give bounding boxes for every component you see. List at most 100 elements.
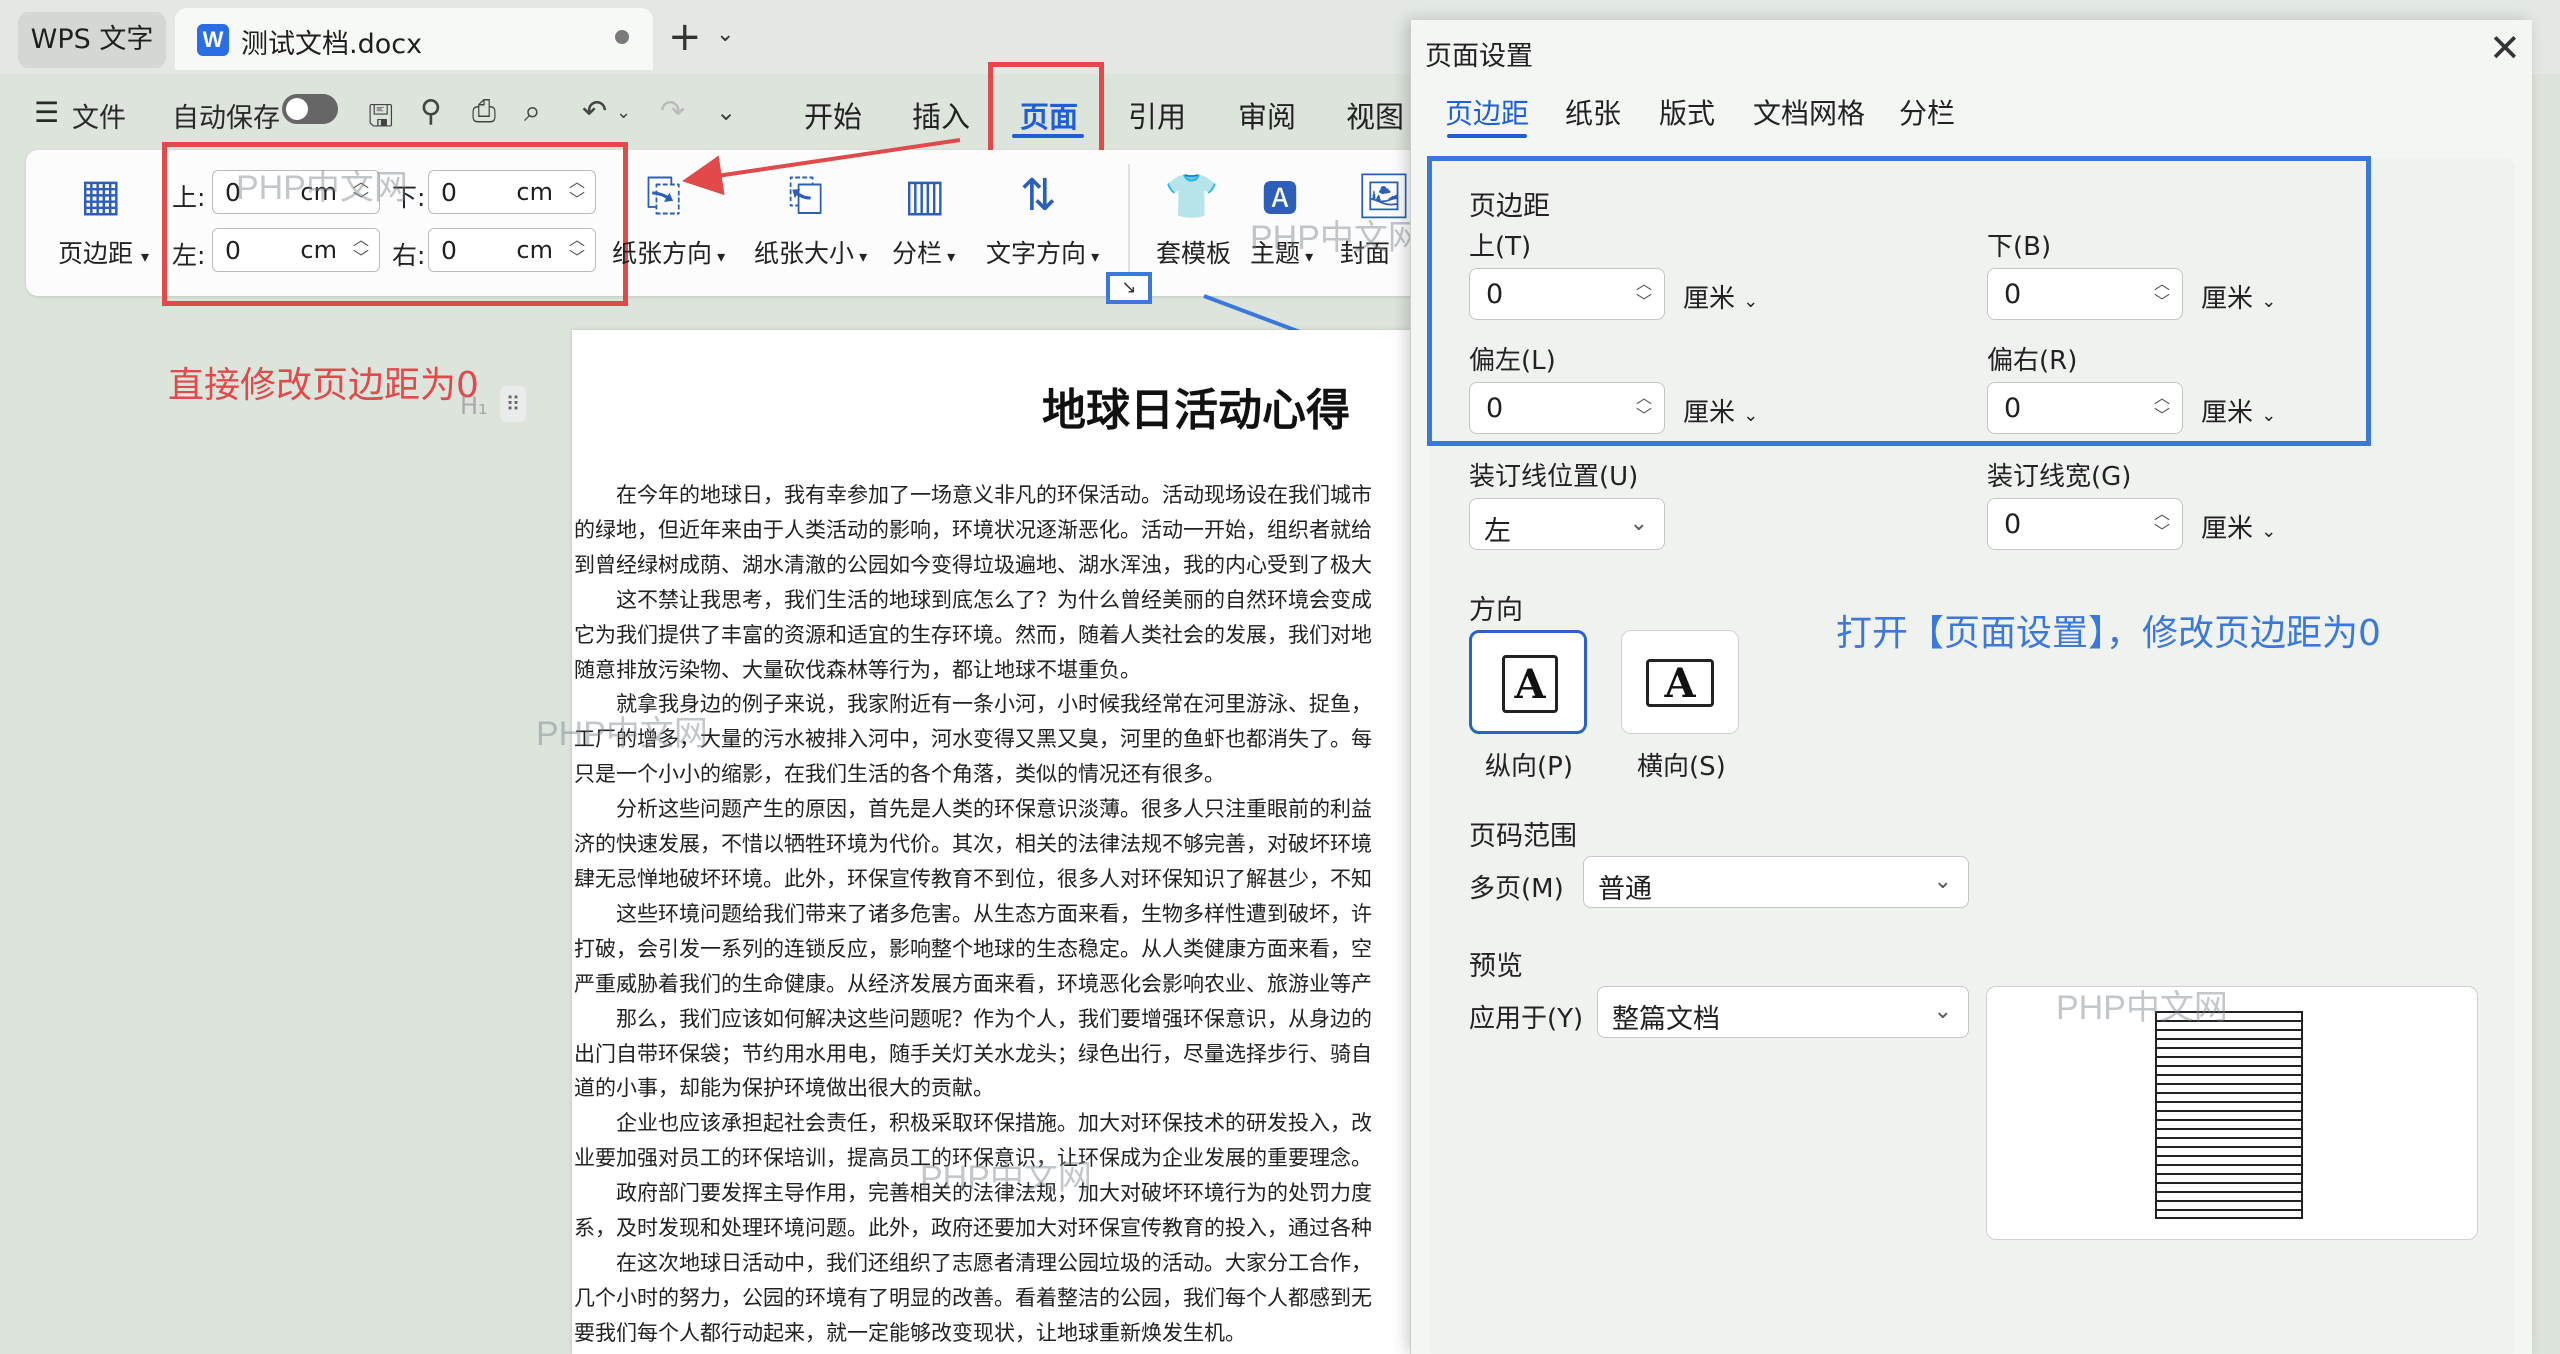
margins-icon[interactable]: ▦: [80, 170, 122, 221]
redo-icon[interactable]: ↷: [660, 94, 685, 129]
gutter-width-unit[interactable]: 厘米 ⌄: [2201, 508, 2276, 545]
autosave-toggle[interactable]: [282, 94, 338, 124]
save-icon[interactable]: 🖫: [368, 94, 394, 145]
red-annotation-text: 直接修改页边距为0: [168, 365, 479, 406]
tab-document-grid[interactable]: 文档网格: [1753, 92, 1865, 132]
text-direction-button[interactable]: 文字方向 ▾: [986, 234, 1099, 270]
template-button[interactable]: 套模板: [1156, 234, 1231, 270]
apply-to-label: 应用于(Y): [1469, 1004, 1584, 1034]
text-direction-icon[interactable]: ⇅: [1020, 170, 1057, 221]
multi-page-value: 普通: [1598, 874, 1652, 905]
spinner-icon[interactable]: ︿ ﹀: [2154, 505, 2170, 541]
document-line: 在这次地球日活动中，我们还组织了志愿者清理公园垃圾的活动。大家分工合作，: [574, 1250, 1372, 1275]
tab-list-chevron-icon[interactable]: ⌄: [716, 22, 734, 47]
multi-page-label: 多页(M): [1469, 874, 1564, 904]
drag-handle-icon[interactable]: ⠿: [500, 386, 526, 422]
gutter-width-label: 装订线宽(G): [1987, 462, 2132, 492]
columns-button[interactable]: 分栏 ▾: [892, 234, 955, 270]
unsaved-dot-icon[interactable]: [615, 30, 629, 44]
columns-icon[interactable]: ▥: [904, 170, 946, 221]
app-name-tab[interactable]: WPS 文字: [18, 12, 166, 68]
landscape-label: 横向(S): [1637, 752, 1726, 782]
document-line: 总之，参加这次地球日活动让我收获颇丰。它让我更加深刻地认识到了保护环境的: [574, 1351, 1412, 1354]
watermark: PHP中文网: [536, 715, 708, 753]
tab-references[interactable]: 引用: [1128, 94, 1186, 136]
tab-insert[interactable]: 插入: [912, 94, 970, 136]
paper-size-button[interactable]: 纸张大小 ▾: [754, 234, 867, 270]
chevron-down-icon: ⌄: [1933, 999, 1952, 1024]
gutter-width-value: 0: [2004, 509, 2022, 540]
preview-section-heading: 预览: [1469, 951, 1523, 982]
orientation-dropdown-icon: ▾: [712, 247, 726, 266]
watermark: PHP中文网: [1250, 219, 1422, 257]
page-setup-launcher-icon[interactable]: ↘: [1106, 272, 1152, 304]
print-icon[interactable]: ⎙: [472, 94, 496, 129]
document-line: 它为我们提供了丰富的资源和适宜的生存环境。然而，随着人类社会的发展，我们对地: [574, 622, 1372, 647]
tab-layout[interactable]: 版式: [1659, 92, 1715, 132]
gutter-position-select[interactable]: 左 ⌄: [1469, 498, 1665, 550]
document-line: 道的小事，却能为保护环境做出很大的贡献。: [574, 1076, 994, 1101]
gutter-width-input[interactable]: 0 ︿ ﹀: [1987, 498, 2183, 550]
portrait-option[interactable]: A: [1469, 630, 1587, 734]
watermark: PHP中文网: [2056, 989, 2228, 1027]
wps-writer-icon: W: [197, 24, 229, 56]
print-preview-icon[interactable]: ⌕: [524, 94, 541, 129]
tab-review[interactable]: 审阅: [1238, 94, 1296, 136]
preview-page-thumbnail: [2155, 1011, 2303, 1219]
document-line: 打破，会引发一系列的连锁反应，影响整个地球的生态稳定。从人类健康方面来看，空: [574, 936, 1372, 961]
file-menu[interactable]: 文件: [72, 96, 126, 135]
columns-dropdown-icon: ▾: [942, 247, 956, 266]
document-line: 严重威胁着我们的生命健康。从经济发展方面来看，环境恶化会影响农业、旅游业等产: [574, 971, 1372, 996]
ribbon-divider: [1128, 164, 1130, 274]
gutter-width-unit-label: 厘米: [2201, 514, 2254, 544]
margins-dropdown-icon: ▾: [140, 247, 149, 266]
tab-paper[interactable]: 纸张: [1565, 92, 1621, 132]
template-icon[interactable]: 👕: [1164, 170, 1219, 222]
document-line: 几个小时的努力，公园的环境有了明显的改善。看着整洁的公园，我们每个人都感到无: [574, 1285, 1372, 1310]
document-line: 济的快速发展，不惜以牺牲环境为代价。其次，相关的法律法规不够完善，对破坏环境: [574, 832, 1372, 857]
document-line: 随意排放污染物、大量砍伐森林等行为，都让地球不堪重负。: [574, 657, 1141, 682]
gutter-position-label: 装订线位置(U): [1469, 462, 1639, 492]
document-line: 企业也应该承担起社会责任，积极采取环保措施。加大对环保技术的研发投入，改: [574, 1111, 1372, 1136]
apply-to-value: 整篇文档: [1612, 1004, 1720, 1035]
tab-view[interactable]: 视图: [1346, 94, 1404, 136]
document-line: 肆无忌惮地破坏环境。此外，环保宣传教育不到位，很多人对环保知识了解甚少，不知: [574, 866, 1372, 891]
document-line: 分析这些问题产生的原因，首先是人类的环保意识淡薄。很多人只注重眼前的利益: [574, 797, 1372, 822]
margins-button[interactable]: 页边距 ▾: [58, 234, 149, 270]
hamburger-menu-icon[interactable]: ☰: [34, 96, 59, 129]
chevron-down-icon: ⌄: [2261, 521, 2277, 542]
new-tab-button[interactable]: +: [668, 14, 702, 60]
portrait-label: 纵向(P): [1485, 752, 1573, 782]
apply-to-select[interactable]: 整篇文档 ⌄: [1597, 986, 1969, 1038]
watermark: PHP中文网: [236, 169, 408, 207]
chevron-down-icon: ⌄: [1933, 869, 1952, 894]
dialog-margins-highlight-box: [1427, 156, 2371, 446]
undo-icon[interactable]: ↶: [582, 94, 607, 129]
text-direction-button-label: 文字方向: [986, 239, 1087, 268]
orientation-section-heading: 方向: [1469, 595, 1523, 626]
orientation-button[interactable]: 纸张方向 ▾: [612, 234, 725, 270]
page-tab-highlight-box: [988, 62, 1104, 158]
document-page[interactable]: 地球日活动心得 在今年的地球日，我有幸参加了一场意义非凡的环保活动。活动现场设在…: [572, 330, 1412, 1354]
multi-page-select[interactable]: 普通 ⌄: [1583, 856, 1969, 908]
tab-home[interactable]: 开始: [804, 94, 862, 136]
document-tab[interactable]: W 测试文档.docx: [175, 8, 653, 70]
tab-columns[interactable]: 分栏: [1899, 92, 1955, 132]
chevron-down-icon: ⌄: [1629, 511, 1648, 536]
paper-size-button-label: 纸张大小: [754, 239, 855, 268]
paper-size-icon[interactable]: ⎗: [788, 170, 823, 221]
dialog-active-tab-indicator: [1447, 134, 1527, 138]
orientation-icon[interactable]: ⎘: [646, 170, 681, 221]
landscape-icon: A: [1646, 659, 1714, 707]
undo-dropdown-icon[interactable]: ⌄: [616, 102, 631, 123]
document-line: 只是一个小小的缩影，在我们生活的各个角落，类似的情况还有很多。: [574, 762, 1225, 787]
close-icon[interactable]: ✕: [2489, 26, 2521, 70]
dialog-title: 页面设置: [1425, 41, 1533, 72]
portrait-icon: A: [1502, 655, 1558, 713]
tab-margins[interactable]: 页边距: [1445, 92, 1529, 132]
document-line: 这不禁让我思考，我们生活的地球到底怎么了？为什么曾经美丽的自然环境会变成: [574, 587, 1372, 612]
landscape-option[interactable]: A: [1621, 630, 1739, 734]
page-range-section-heading: 页码范围: [1469, 821, 1577, 852]
format-painter-icon[interactable]: ⚲: [420, 94, 442, 129]
quick-access-more-icon[interactable]: ⌄: [716, 98, 736, 126]
